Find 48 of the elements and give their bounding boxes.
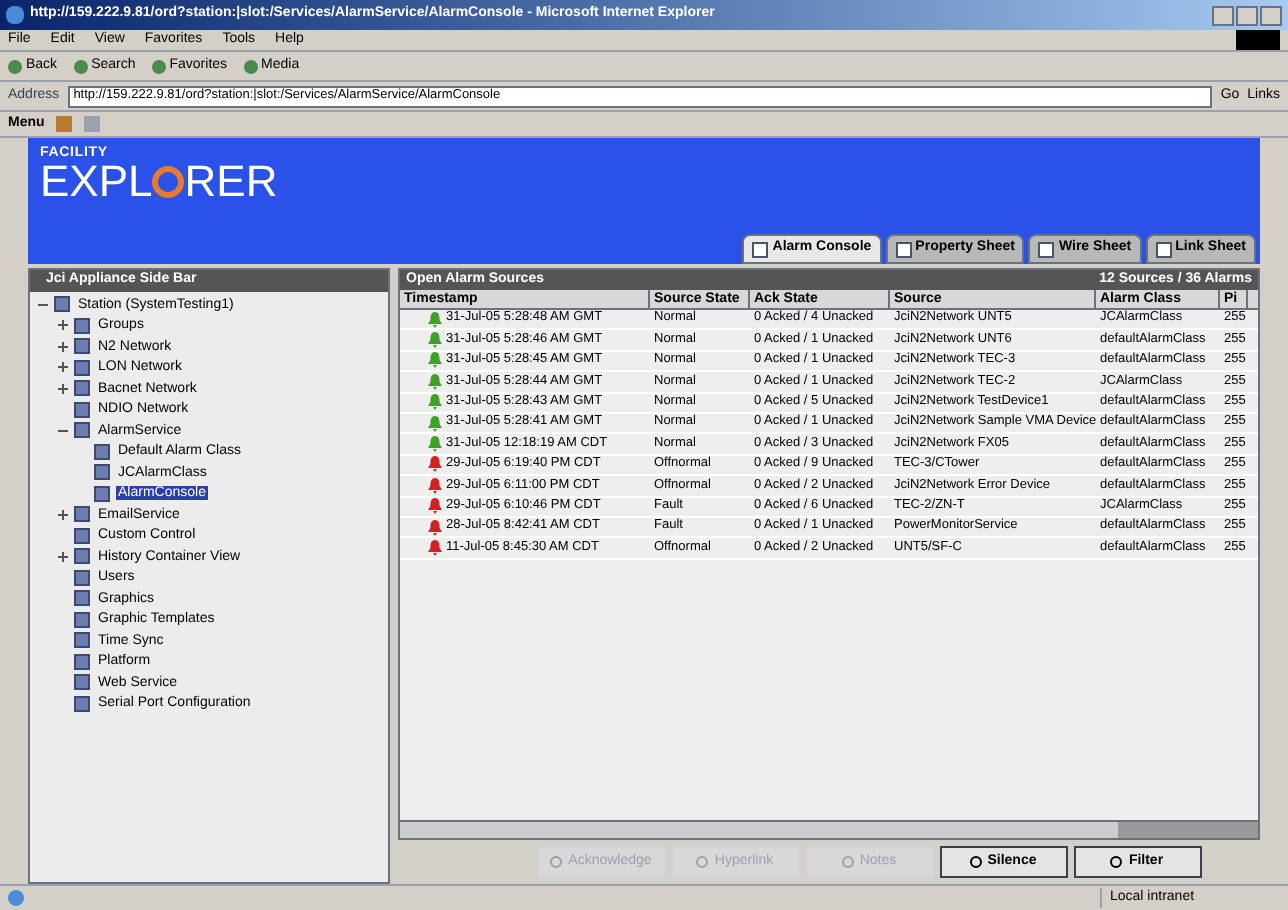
logo-ring-icon bbox=[152, 166, 185, 198]
tree-node-icon bbox=[94, 443, 110, 460]
toolbar-icon bbox=[243, 59, 258, 73]
button-icon bbox=[841, 856, 854, 868]
button-icon bbox=[969, 856, 982, 868]
expand-icon[interactable] bbox=[58, 509, 68, 520]
tree-node-icon bbox=[74, 359, 90, 376]
logo-text: RER bbox=[184, 160, 278, 204]
tree-node-icon bbox=[54, 296, 70, 313]
tree-node-icon bbox=[74, 590, 90, 607]
button-icon bbox=[550, 856, 563, 868]
tree-node-icon bbox=[74, 380, 90, 397]
collapse-icon[interactable] bbox=[38, 299, 48, 310]
tree-node-icon bbox=[74, 317, 90, 334]
expand-icon[interactable] bbox=[58, 551, 68, 562]
tree-node-icon bbox=[74, 527, 90, 544]
tree-node-icon bbox=[74, 632, 90, 649]
tab-icon bbox=[1038, 241, 1055, 257]
tree-node-icon bbox=[74, 695, 90, 712]
tree-node-icon bbox=[74, 338, 90, 355]
minimize-button[interactable] bbox=[1212, 5, 1234, 25]
collapse-icon[interactable] bbox=[58, 425, 68, 436]
tab-icon bbox=[895, 241, 912, 257]
tree-node-icon bbox=[74, 422, 90, 439]
tree-node-icon bbox=[74, 674, 90, 691]
tree-node-icon bbox=[74, 611, 90, 628]
expand-icon[interactable] bbox=[58, 341, 68, 352]
tree-node-icon bbox=[94, 464, 110, 481]
toolbar-icon bbox=[73, 59, 88, 73]
tree-node-icon bbox=[94, 485, 110, 502]
button-icon bbox=[1110, 856, 1123, 868]
scrollbar-thumb[interactable] bbox=[1118, 822, 1258, 838]
toolbar-icon bbox=[151, 59, 166, 73]
toolbar-icon bbox=[8, 59, 22, 73]
logo-text: EXPL bbox=[40, 160, 153, 204]
tree-node-icon bbox=[74, 506, 90, 523]
expand-icon[interactable] bbox=[58, 383, 68, 394]
tree-node-icon bbox=[74, 569, 90, 586]
tree-node-icon bbox=[74, 653, 90, 670]
tab-icon bbox=[752, 241, 769, 257]
button-icon bbox=[696, 856, 709, 868]
expand-icon[interactable] bbox=[58, 320, 68, 331]
maximize-button[interactable] bbox=[1236, 5, 1258, 25]
close-button[interactable] bbox=[1260, 5, 1282, 25]
tree-node-icon bbox=[74, 401, 90, 418]
tree-node-icon bbox=[74, 548, 90, 565]
tab-icon bbox=[1155, 241, 1172, 257]
expand-icon[interactable] bbox=[58, 362, 68, 373]
